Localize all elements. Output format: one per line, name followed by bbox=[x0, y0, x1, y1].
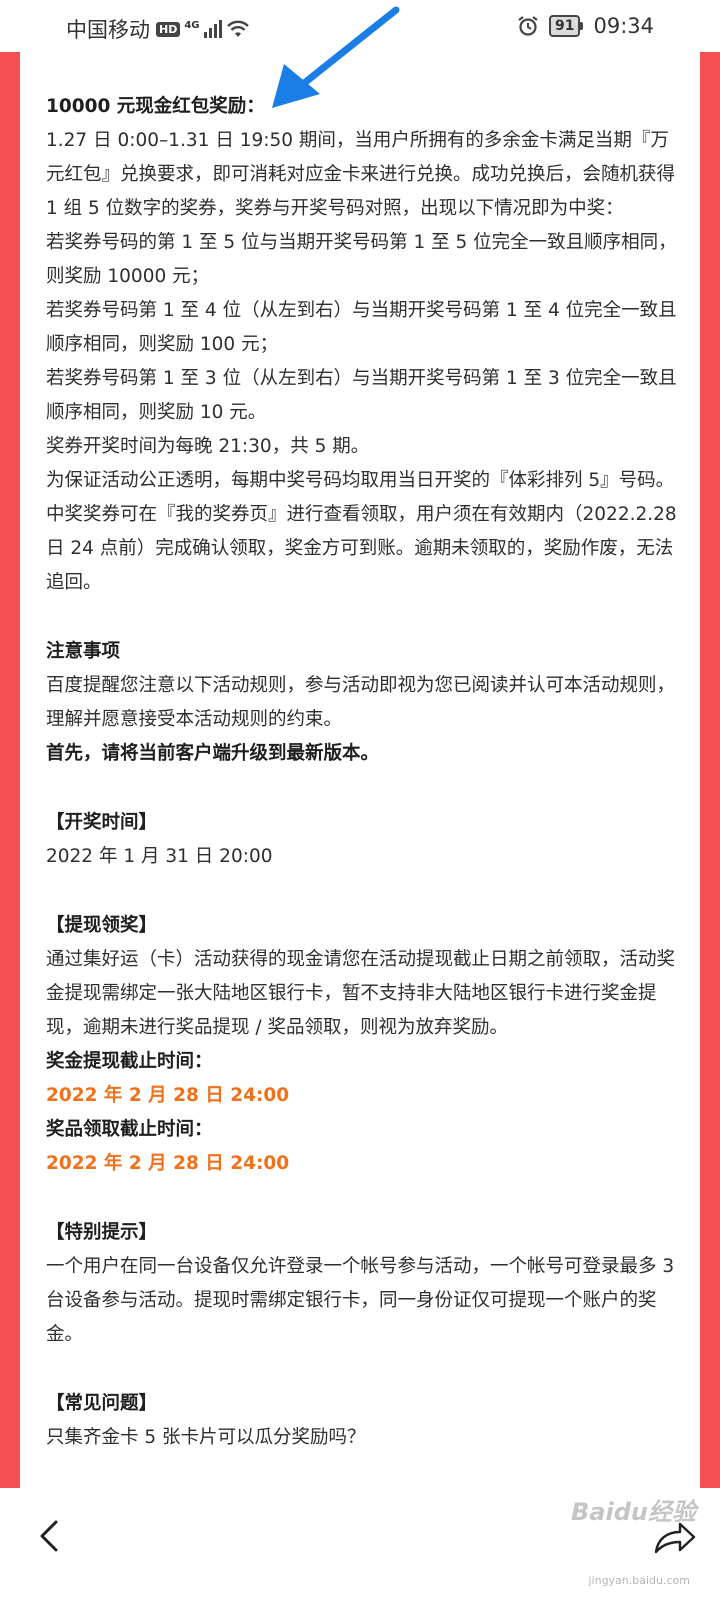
reward-paragraph: 中奖奖券可在『我的奖券页』进行查看领取，用户须在有效期内（2022.2.28 日… bbox=[46, 504, 677, 593]
battery-icon: 91 bbox=[548, 15, 584, 37]
clock: 09:34 bbox=[593, 14, 654, 38]
hd-badge: HD bbox=[156, 21, 181, 37]
cash-deadline-label: 奖金提现截止时间： bbox=[46, 1051, 213, 1072]
draw-time-value: 2022 年 1 月 31 日 20:00 bbox=[46, 846, 273, 867]
reward-title: 10000 元现金红包奖励： bbox=[46, 96, 265, 117]
watermark-url: jingyan.baidu.com bbox=[588, 1574, 690, 1587]
status-left: 中国移动 HD 4G bbox=[66, 14, 250, 44]
notice-text: 百度提醒您注意以下活动规则，参与活动即视为您已阅读并认可本活动规则，理解并愿意接… bbox=[46, 675, 676, 730]
faq-question: 只集齐金卡 5 张卡片可以瓜分奖励吗？ bbox=[46, 1427, 366, 1448]
network-type: 4G bbox=[184, 19, 200, 31]
alarm-icon bbox=[518, 16, 538, 36]
reward-paragraph: 奖券开奖时间为每晚 21:30，共 5 期。 bbox=[46, 436, 370, 457]
reward-paragraph: 若奖券号码的第 1 至 5 位与当期开奖号码第 1 至 5 位完全一致且顺序相同… bbox=[46, 232, 677, 287]
battery-level: 91 bbox=[548, 15, 581, 37]
reward-paragraph: 若奖券号码第 1 至 3 位（从左到右）与当期开奖号码第 1 至 3 位完全一致… bbox=[46, 368, 677, 423]
prize-deadline-value: 2022 年 2 月 28 日 24:00 bbox=[46, 1153, 290, 1174]
share-icon[interactable] bbox=[652, 1518, 698, 1558]
special-title: 【特别提示】 bbox=[46, 1222, 158, 1243]
bottom-bar: Baidu经验 jingyan.baidu.com bbox=[0, 1488, 720, 1600]
carrier-name: 中国移动 bbox=[66, 18, 150, 42]
special-text: 一个用户在同一台设备仅允许登录一个帐号参与活动，一个帐号可登录最多 3 台设备参… bbox=[46, 1256, 675, 1345]
back-arrow-icon[interactable] bbox=[28, 1510, 72, 1562]
notice-bold-text: 首先，请将当前客户端升级到最新版本。 bbox=[46, 743, 380, 764]
right-red-border bbox=[700, 52, 720, 1488]
reward-paragraph: 1.27 日 0:00–1.31 日 19:50 期间，当用户所拥有的多余金卡满… bbox=[46, 130, 676, 219]
withdraw-title: 【提现领奖】 bbox=[46, 915, 158, 936]
faq-title: 【常见问题】 bbox=[46, 1393, 158, 1414]
withdraw-text: 通过集好运（卡）活动获得的现金请您在活动提现截止日期之前领取，活动奖金提现需绑定… bbox=[46, 949, 676, 1038]
cash-deadline-value: 2022 年 2 月 28 日 24:00 bbox=[46, 1085, 290, 1106]
status-right: 91 09:34 bbox=[517, 14, 654, 38]
rules-content: 10000 元现金红包奖励： 1.27 日 0:00–1.31 日 19:50 … bbox=[46, 90, 682, 1455]
reward-paragraph: 为保证活动公正透明，每期中奖号码均取用当日开奖的『体彩排列 5』号码。 bbox=[46, 470, 675, 491]
reward-paragraph: 若奖券号码第 1 至 4 位（从左到右）与当期开奖号码第 1 至 4 位完全一致… bbox=[46, 300, 677, 355]
signal-icon bbox=[203, 20, 222, 38]
left-red-border bbox=[0, 52, 20, 1488]
wifi-icon bbox=[226, 20, 249, 37]
draw-time-title: 【开奖时间】 bbox=[46, 812, 158, 833]
notice-title: 注意事项 bbox=[46, 641, 121, 662]
prize-deadline-label: 奖品领取截止时间： bbox=[46, 1119, 213, 1140]
